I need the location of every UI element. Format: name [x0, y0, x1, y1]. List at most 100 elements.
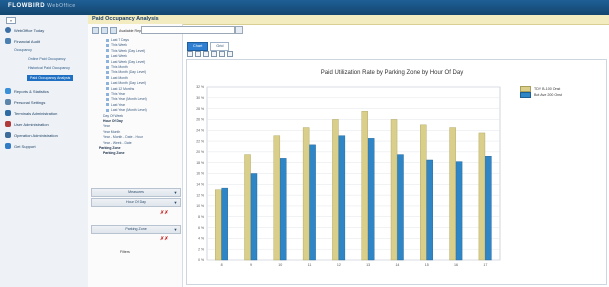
sidebar-item-webofficetoday[interactable]: WebOffice Today	[5, 27, 44, 33]
sidebar-item-label: Get Support	[14, 143, 36, 149]
chevron-down-icon[interactable]: ▼	[173, 227, 178, 232]
report-node-icon	[106, 92, 109, 96]
users-icon	[5, 121, 11, 127]
tree-node[interactable]: Day Of Week	[103, 114, 123, 118]
parking-zone-label: Parking Zone	[125, 227, 147, 231]
tree-node-label: This Week (Day Level)	[111, 48, 146, 53]
sidebar-item-occupancy-analysis[interactable]: Paid Occupancy Analysis	[27, 75, 74, 81]
tree-node[interactable]: Last 12 Months	[106, 87, 134, 91]
report-node-icon	[106, 70, 109, 74]
sidebar-item-support[interactable]: Get Support	[5, 143, 36, 149]
tree-node[interactable]: This Month	[106, 65, 128, 69]
tree-node[interactable]: Year - Month - Date - Hour	[103, 135, 143, 139]
tab-chart[interactable]: Chart	[187, 42, 209, 51]
tree-node[interactable]: This Week	[106, 43, 127, 47]
tree-node-label: Last Month (Day Level)	[111, 81, 147, 86]
tree-node-label: Hour Of Day	[103, 119, 123, 123]
tree-node[interactable]: Last 7 Days	[106, 38, 129, 42]
tree-node-label: Last 7 Days	[111, 38, 129, 42]
refresh-icon[interactable]	[227, 51, 233, 57]
tree-node-label: This Year	[111, 92, 126, 96]
chart-toolbar	[187, 51, 235, 57]
hour-of-day-label: Hour Of Day	[126, 200, 146, 204]
chart-type-icon[interactable]	[187, 51, 193, 57]
parking-zone-filter-bar[interactable]: Parking Zone ▼	[91, 225, 181, 234]
sidebar: «	[0, 15, 89, 287]
clear-filter-icons[interactable]: ✗✗	[160, 236, 168, 242]
tree-node-label: This Month	[111, 65, 128, 69]
tree-node-label: Day Of Week	[103, 113, 124, 118]
page-title: Paid Occupancy Analysis	[92, 16, 159, 22]
tree-node-label: Last Year	[111, 102, 126, 107]
tree-node[interactable]: Last Week	[106, 54, 127, 58]
tree-node[interactable]: This Month (Day Level)	[106, 70, 146, 74]
tree-node-label: Year	[103, 124, 110, 129]
sidebar-item-label: Financial Audit	[14, 38, 41, 44]
tree-node[interactable]: Year Month	[103, 130, 120, 134]
tree-node-label: Last Week	[111, 54, 127, 59]
tree-node-label: Parking Zone	[99, 146, 121, 150]
tree-node[interactable]: This Year	[106, 92, 125, 96]
sidebar-item-online-occupancy[interactable]: Online Paid Occupancy	[28, 57, 66, 61]
sidebar-group-occupancy[interactable]: Occupancy	[14, 48, 32, 52]
tree-node-label: Last Month	[111, 75, 128, 80]
export-icon[interactable]	[195, 51, 201, 57]
tree-node[interactable]: This Year (Month Level)	[106, 97, 147, 101]
tree-node[interactable]: Last Week (Day Level)	[106, 60, 145, 64]
hour-of-day-filter-bar[interactable]: Hour Of Day ▼	[91, 198, 181, 207]
tree-node-label: Year - Week - Date	[103, 140, 132, 145]
zoom-icon[interactable]	[211, 51, 217, 57]
tree-node-parking-zone[interactable]: Parking Zone	[99, 146, 120, 150]
support-icon	[5, 143, 11, 149]
sidebar-item-operation[interactable]: Operation Administration	[5, 132, 58, 138]
refresh-icon[interactable]	[101, 27, 108, 34]
report-node-icon	[106, 38, 109, 42]
settings-icon	[5, 99, 11, 105]
available-reports-select[interactable]	[141, 26, 235, 34]
sidebar-item-personal-settings[interactable]: Personal Settings	[5, 99, 45, 105]
clear-filter-icons[interactable]: ✗✗	[160, 210, 168, 216]
tree-node-label: This Week	[111, 43, 127, 48]
tree-node-label: Year Month	[103, 129, 121, 134]
collapse-sidebar-button[interactable]: «	[6, 17, 16, 24]
save-icon[interactable]	[92, 27, 99, 34]
sidebar-item-historical-occupancy[interactable]: Historical Paid Occupancy	[28, 66, 70, 70]
report-node-icon	[106, 108, 109, 112]
settings-icon[interactable]	[219, 51, 225, 57]
measures-filter-bar[interactable]: Measures ▼	[91, 188, 181, 197]
print-icon[interactable]	[203, 51, 209, 57]
report-node-icon	[106, 87, 109, 91]
tree-node[interactable]: Year - Week - Date	[103, 141, 132, 145]
sidebar-item-terminals[interactable]: Terminals Administration	[5, 110, 57, 116]
sidebar-item-reports[interactable]: Reports & Statistics	[5, 88, 49, 94]
tree-node[interactable]: Last Month	[106, 76, 128, 80]
tree-node[interactable]: Hour Of Day	[103, 119, 123, 123]
tree-node-label: Last Week (Day Level)	[111, 59, 146, 64]
available-reports-go-button[interactable]	[235, 26, 243, 34]
chevron-down-icon[interactable]: ▼	[173, 200, 178, 205]
report-node-icon	[106, 54, 109, 58]
brand-name: FLOWBIRD	[8, 3, 46, 9]
tree-node-label: This Year (Month Level)	[111, 97, 147, 102]
tab-grid[interactable]: Grid	[210, 42, 230, 51]
audit-icon	[5, 38, 11, 44]
report-node-icon	[106, 103, 109, 107]
tree-node[interactable]: This Week (Day Level)	[106, 49, 145, 53]
top-bar: FLOWBIRD WebOffice	[0, 0, 609, 15]
legend-item: Bot Ave 200 Onst	[520, 92, 562, 98]
reports-icon	[5, 88, 11, 94]
tree-node[interactable]: Last Year (Month Level)	[106, 108, 147, 112]
sidebar-item-financialaudit[interactable]: Financial Audit	[5, 38, 40, 44]
report-icon[interactable]	[110, 27, 117, 34]
tree-node[interactable]: Last Year	[106, 103, 125, 107]
legend-label: TDY B-100 Onst	[534, 87, 561, 91]
tree-node[interactable]: Last Month (Day Level)	[106, 81, 146, 85]
tree-node[interactable]: Year	[103, 124, 110, 128]
tree-node-label: Year - Month - Date - Hour	[103, 135, 143, 140]
chevron-down-icon[interactable]: ▼	[173, 190, 178, 195]
report-node-icon	[106, 81, 109, 85]
sidebar-item-users[interactable]: User Administration	[5, 121, 49, 127]
tree-node-label: Last 12 Months	[111, 86, 135, 91]
sidebar-item-label: User Administration	[14, 121, 49, 127]
tree-node-parking-zone-child[interactable]: Parking Zone	[103, 151, 124, 155]
